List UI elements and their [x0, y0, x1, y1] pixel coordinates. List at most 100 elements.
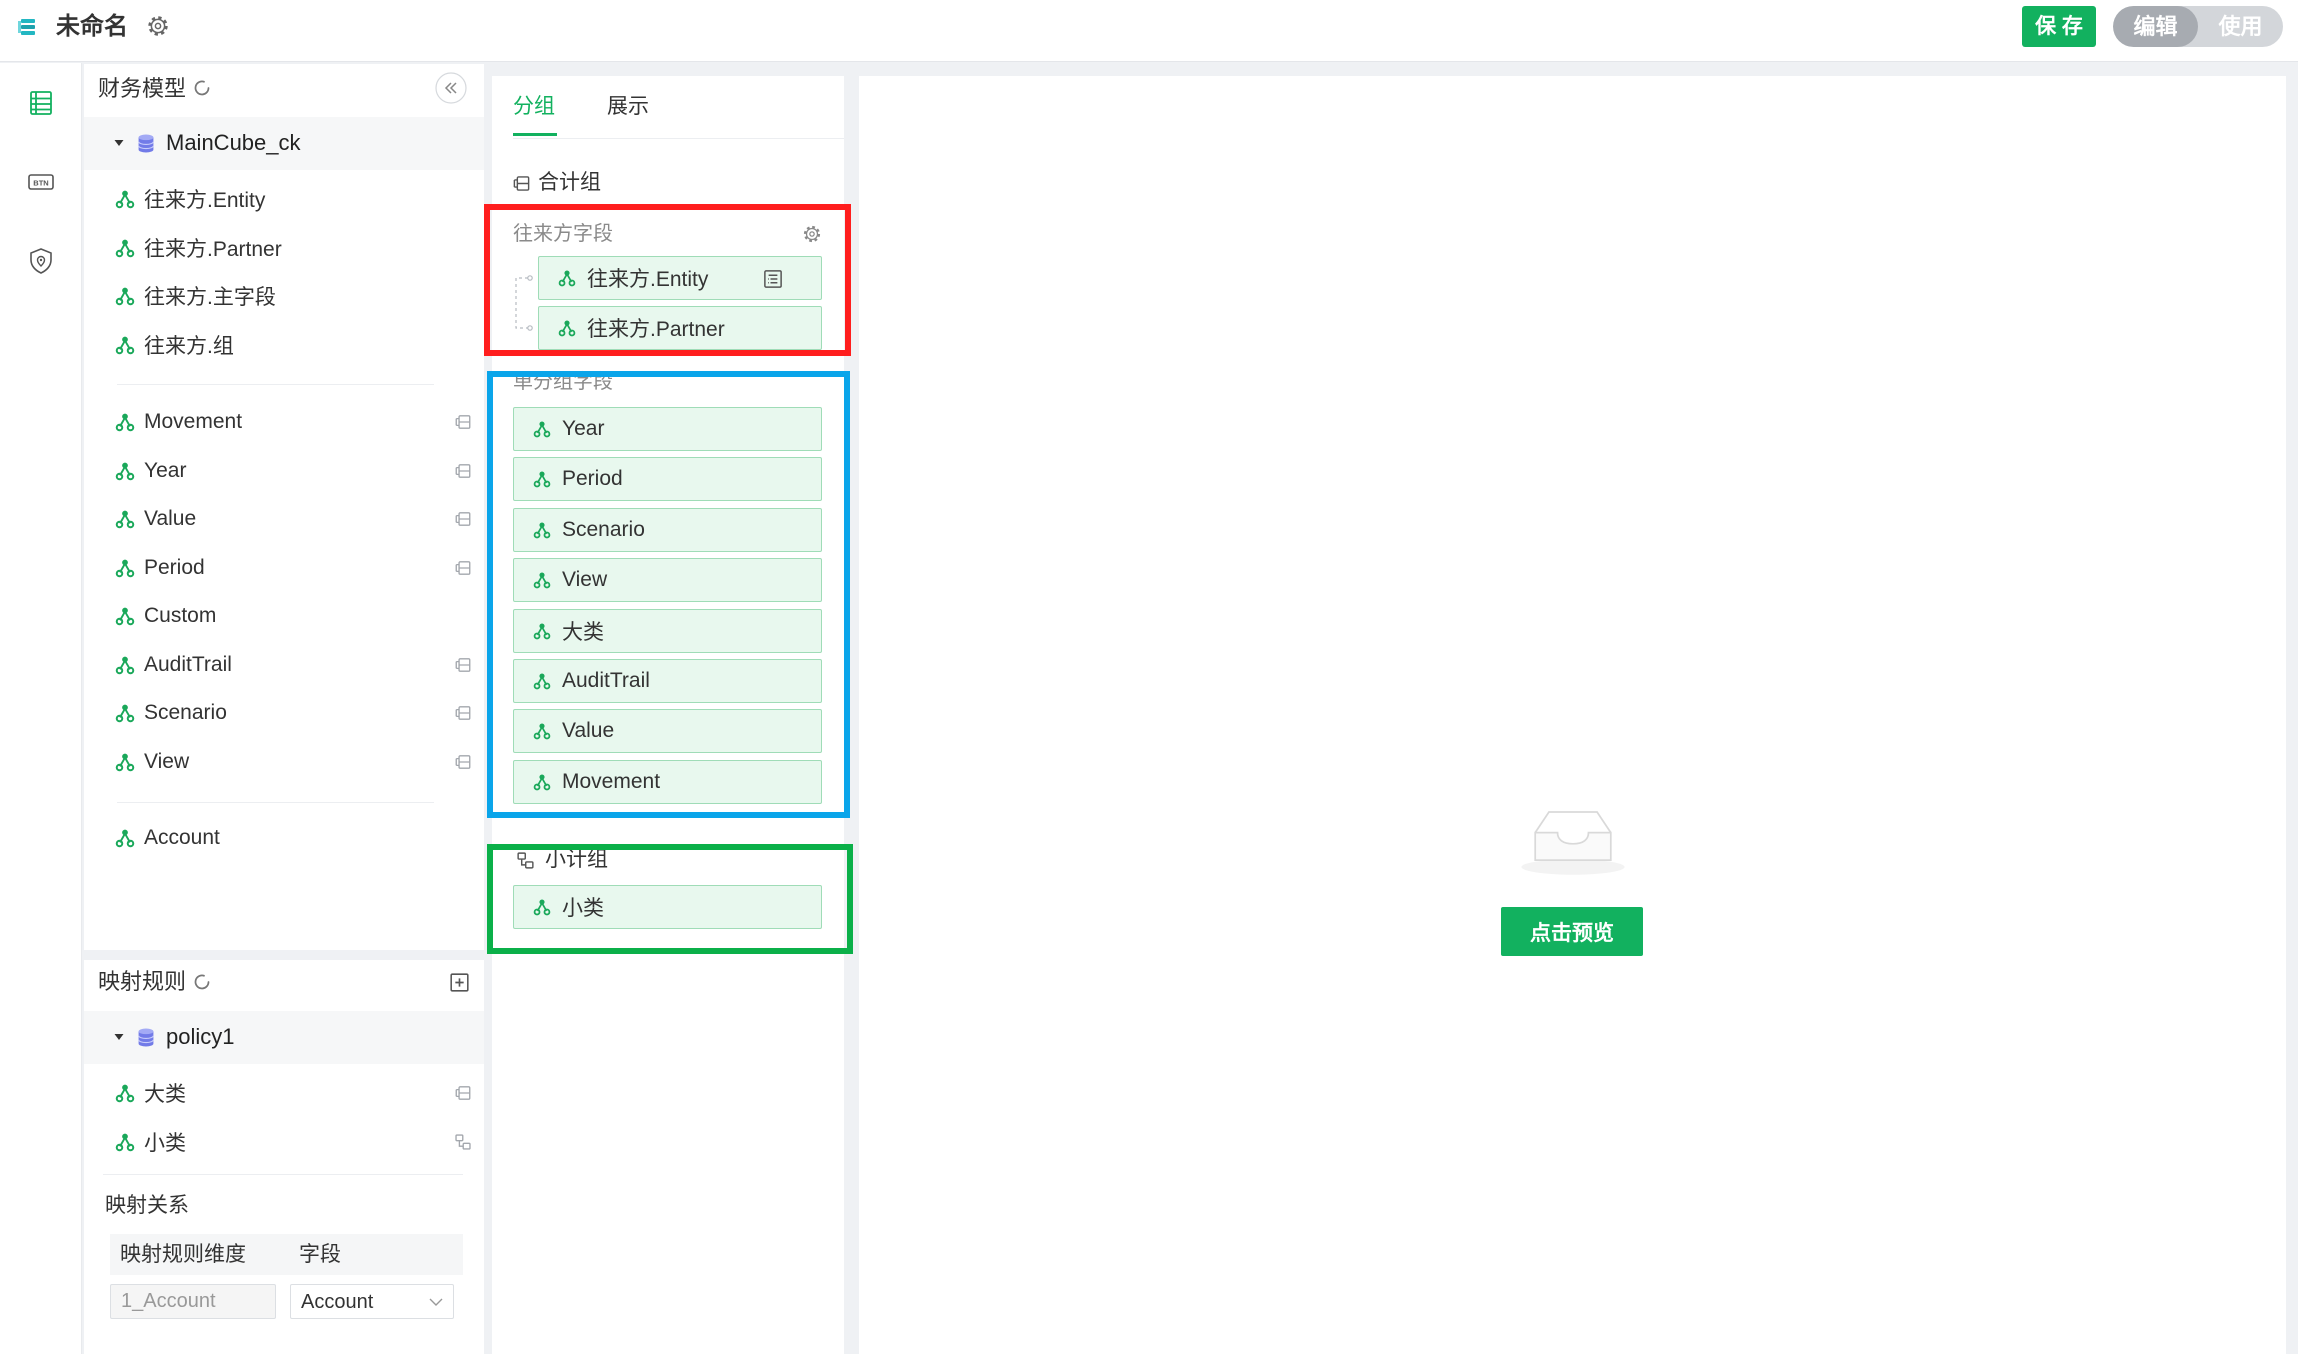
field-select[interactable]: Account — [290, 1284, 454, 1319]
tree-item[interactable]: 往来方.主字段 — [84, 272, 484, 321]
counterparty-dimension-group: 往来方.Entity 往来方.Partner 往来方.主字段 往来方.组 — [84, 175, 484, 369]
tree-item[interactable]: Account — [84, 814, 484, 863]
tree-item[interactable]: Scenario — [84, 689, 484, 738]
caret-down-icon[interactable] — [114, 139, 124, 147]
tree-item-label: Scenario — [144, 701, 227, 725]
tree-item[interactable]: Period — [84, 544, 484, 593]
collapse-panel-icon[interactable] — [435, 72, 467, 104]
group-field-tag[interactable]: 大类 — [513, 608, 822, 653]
tree-item-label: Custom — [144, 604, 217, 628]
tree-item-label: 往来方.Entity — [144, 189, 266, 213]
group-field-tag[interactable]: Scenario — [513, 507, 822, 552]
caret-down-icon[interactable] — [114, 1033, 124, 1041]
dimension-input[interactable] — [110, 1284, 276, 1319]
group-icon — [454, 462, 472, 480]
preview-area: 点击预览 — [859, 76, 2286, 1354]
tree-item[interactable]: 小类 — [84, 1118, 484, 1167]
tree-item[interactable]: Year — [84, 447, 484, 496]
dimension-icon — [115, 752, 135, 772]
tree-item[interactable]: 大类 — [84, 1069, 484, 1118]
column-header-field: 字段 — [299, 1243, 341, 1266]
group-field-tag[interactable]: AuditTrail — [513, 659, 822, 703]
empty-inbox-icon — [1521, 811, 1625, 875]
mapping-table-header: 映射规则维度 字段 — [110, 1234, 463, 1275]
cube-tree-node[interactable]: MainCube_ck — [84, 117, 484, 170]
database-icon — [136, 133, 156, 154]
tree-item-label: Value — [144, 507, 197, 531]
mode-edit-option[interactable]: 编辑 — [2113, 6, 2198, 47]
refresh-icon[interactable] — [192, 972, 212, 992]
shield-location-icon[interactable] — [25, 245, 57, 277]
subtotal-icon — [454, 1133, 472, 1151]
tree-item[interactable]: Custom — [84, 592, 484, 641]
tab-display[interactable]: 展示 — [607, 94, 649, 120]
group-field-tag[interactable]: 往来方.Entity — [538, 256, 822, 300]
subtotal-group-title: 小计组 — [545, 848, 608, 871]
preview-button[interactable]: 点击预览 — [1501, 907, 1643, 956]
dimension-icon — [115, 703, 135, 723]
dimension-icon — [115, 1132, 135, 1152]
divider — [117, 802, 434, 803]
mode-use-option[interactable]: 使用 — [2198, 6, 2283, 47]
tag-label: 往来方.Entity — [587, 268, 709, 291]
refresh-icon[interactable] — [192, 78, 212, 98]
group-field-tag[interactable]: 往来方.Partner — [538, 306, 822, 350]
mapping-rules-panel: 映射规则 policy1 大类 小类 映射关系 映射规则维度 字段 Accoun… — [84, 960, 484, 1354]
dimension-icon — [115, 655, 135, 675]
tree-item[interactable]: View — [84, 738, 484, 787]
tree-item-label: 往来方.主字段 — [144, 286, 276, 310]
group-field-tag[interactable]: View — [513, 558, 822, 603]
group-field-tag[interactable]: Period — [513, 457, 822, 502]
dimension-icon — [115, 558, 135, 578]
left-icon-rail: BTN — [0, 63, 82, 1354]
policy-name: policy1 — [166, 1024, 235, 1049]
tag-label: 往来方.Partner — [587, 318, 725, 341]
tree-item[interactable]: 往来方.Entity — [84, 175, 484, 224]
policy-tree-node[interactable]: policy1 — [84, 1011, 484, 1064]
dimension-icon — [115, 1083, 135, 1103]
group-field-tag[interactable]: Year — [513, 407, 822, 451]
database-icon — [136, 1027, 156, 1048]
group-icon — [454, 656, 472, 674]
btn-icon[interactable]: BTN — [25, 166, 57, 198]
dimension-icon — [115, 412, 135, 432]
detail-list-icon[interactable] — [763, 269, 783, 289]
tree-item[interactable]: AuditTrail — [84, 641, 484, 690]
group-field-tag[interactable]: Value — [513, 709, 822, 754]
group-icon — [454, 510, 472, 528]
tree-item[interactable]: Value — [84, 495, 484, 544]
tree-item[interactable]: Movement — [84, 398, 484, 447]
tree-item[interactable]: 往来方.组 — [84, 321, 484, 370]
group-field-tag[interactable]: 小类 — [513, 885, 822, 929]
account-dimension-group: Account — [84, 814, 484, 863]
financial-model-panel: 财务模型 MainCube_ck 往来方.Entity 往来方.Partner … — [84, 64, 484, 950]
tag-label: AuditTrail — [562, 669, 650, 692]
dimension-icon — [115, 189, 135, 209]
tree-item-label: 往来方.Partner — [144, 237, 282, 261]
dimension-icon — [533, 773, 551, 791]
model-panel-title: 财务模型 — [98, 76, 187, 101]
table-icon[interactable] — [25, 87, 57, 119]
link-connector — [515, 275, 533, 331]
save-button[interactable]: 保 存 — [2022, 6, 2096, 47]
gear-icon[interactable] — [802, 224, 822, 244]
field-select-value: Account — [301, 1291, 374, 1313]
tree-item-label: 往来方.组 — [144, 334, 234, 358]
tab-grouping[interactable]: 分组 — [513, 94, 555, 120]
tag-label: 大类 — [562, 620, 604, 644]
dimension-icon — [533, 571, 551, 589]
mode-toggle[interactable]: 编辑 使用 — [2113, 6, 2283, 47]
tab-divider — [513, 138, 844, 139]
dimension-icon — [115, 335, 135, 355]
tree-item[interactable]: 往来方.Partner — [84, 224, 484, 273]
group-field-tag[interactable]: Movement — [513, 759, 822, 804]
dimension-icon — [115, 828, 135, 848]
settings-gear-icon[interactable] — [146, 14, 170, 38]
active-tab-indicator — [513, 133, 557, 136]
tag-label: View — [562, 568, 608, 592]
dimension-icon — [558, 269, 576, 287]
dimension-icon — [533, 898, 551, 916]
grouping-panel: 分组 展示 合计组 往来方字段 往来方.Entity 往来方.Partner 单… — [492, 76, 844, 1354]
add-rule-plus-icon[interactable] — [450, 973, 469, 992]
tree-item-label: 大类 — [144, 1083, 186, 1107]
